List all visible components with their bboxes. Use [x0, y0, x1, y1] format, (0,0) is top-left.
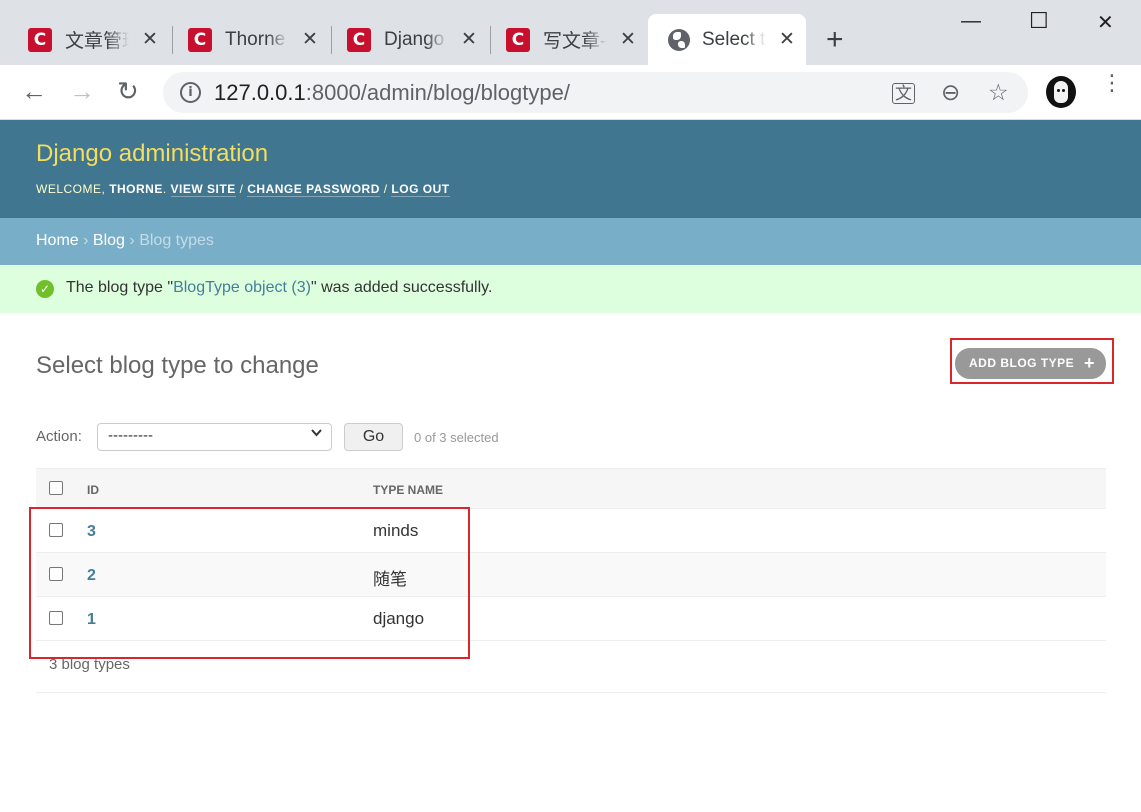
select-all-checkbox[interactable] — [49, 481, 63, 495]
table-header: ID Type name — [36, 468, 1106, 509]
tab-close-icon[interactable]: ✕ — [141, 28, 159, 51]
csdn-favicon-icon: C — [347, 27, 371, 52]
message-suffix: " was added successfully. — [310, 279, 493, 296]
tab-close-icon[interactable]: ✕ — [778, 28, 796, 51]
tab-title: 文章管理 — [65, 26, 129, 53]
admin-header: Django administration Welcome, Thorne. V… — [0, 120, 1141, 218]
url-host: 127.0.0.1 — [214, 80, 306, 105]
user-tools: Welcome, Thorne. View site / Change pass… — [36, 182, 450, 197]
action-selected-option: --------- — [108, 427, 153, 444]
globe-icon — [668, 28, 690, 51]
tab-close-icon[interactable]: ✕ — [301, 28, 319, 51]
tab-title: Thorne — [225, 28, 289, 51]
bookmark-star-icon[interactable]: ☆ — [988, 79, 1009, 106]
selection-counter: 0 of 3 selected — [414, 430, 499, 445]
browser-tab[interactable]: C Thorne ✕ — [160, 14, 332, 65]
message-object-link[interactable]: BlogType object (3) — [173, 279, 311, 296]
reload-icon[interactable]: ↻ — [117, 77, 139, 105]
url-text[interactable]: 127.0.0.1:8000/admin/blog/blogtype/ — [214, 80, 570, 106]
annotation-highlight-box — [29, 507, 470, 659]
browser-toolbar: ← → ↻ i 127.0.0.1:8000/admin/blog/blogty… — [0, 65, 1141, 120]
browser-tab[interactable]: C 写文章- ✕ — [478, 14, 648, 65]
log-out-link[interactable]: Log out — [391, 182, 450, 197]
success-check-icon: ✓ — [36, 280, 54, 298]
welcome-text: Welcome, — [36, 182, 106, 196]
browser-tab[interactable]: C 文章管理 ✕ — [0, 14, 172, 65]
csdn-favicon-icon: C — [188, 27, 212, 52]
browser-menu-icon[interactable]: ⋮ — [1101, 72, 1123, 94]
action-select[interactable]: --------- — [97, 423, 332, 451]
column-header-id[interactable]: ID — [87, 483, 99, 497]
avatar-face — [1054, 81, 1068, 103]
zoom-icon[interactable]: ⊖ — [941, 79, 960, 106]
result-count: 3 blog types — [36, 642, 1106, 693]
browser-tab-active[interactable]: Select t ✕ — [648, 14, 806, 65]
forward-icon[interactable]: → — [69, 77, 95, 105]
browser-tab[interactable]: C Django ✕ — [319, 14, 491, 65]
breadcrumb-separator: › — [129, 232, 135, 249]
chevron-down-icon — [310, 426, 323, 443]
page-title: Select blog type to change — [36, 352, 319, 379]
go-button[interactable]: Go — [344, 423, 403, 451]
separator: / — [383, 182, 388, 196]
change-password-link[interactable]: Change password — [247, 182, 380, 197]
site-name[interactable]: Django administration — [36, 140, 268, 168]
translate-icon[interactable]: 文 — [892, 83, 915, 104]
tab-title: 写文章- — [543, 26, 607, 53]
csdn-favicon-icon: C — [28, 27, 52, 52]
breadcrumb-blog[interactable]: Blog — [93, 232, 125, 249]
address-bar[interactable]: i 127.0.0.1:8000/admin/blog/blogtype/ 文 … — [163, 72, 1028, 113]
maximize-icon[interactable]: ☐ — [1029, 8, 1049, 34]
annotation-highlight-box — [950, 338, 1114, 384]
back-icon[interactable]: ← — [21, 77, 47, 105]
profile-avatar[interactable] — [1046, 76, 1076, 108]
tab-close-icon[interactable]: ✕ — [460, 28, 478, 51]
action-label: Action: — [36, 428, 82, 445]
breadcrumb-separator: › — [83, 232, 89, 249]
window-close-icon[interactable]: ✕ — [1097, 10, 1114, 35]
separator: / — [239, 182, 244, 196]
breadcrumb-current: Blog types — [139, 232, 214, 249]
breadcrumb-home[interactable]: Home — [36, 232, 79, 249]
minimize-icon[interactable]: — — [961, 10, 981, 33]
tab-title: Select t — [702, 28, 766, 51]
success-message: ✓ The blog type "BlogType object (3)" wa… — [0, 265, 1141, 313]
csdn-favicon-icon: C — [506, 27, 530, 52]
new-tab-button[interactable]: + — [826, 25, 844, 55]
column-header-type-name[interactable]: Type name — [373, 483, 443, 497]
tab-title: Django — [384, 28, 448, 51]
breadcrumb: Home › Blog › Blog types — [0, 218, 1141, 265]
url-path: :8000/admin/blog/blogtype/ — [305, 80, 570, 105]
message-prefix: The blog type " — [66, 279, 174, 296]
view-site-link[interactable]: View site — [170, 182, 236, 197]
tab-close-icon[interactable]: ✕ — [619, 28, 637, 51]
site-info-icon[interactable]: i — [180, 82, 201, 103]
username: Thorne — [109, 182, 163, 196]
browser-tab-bar: C 文章管理 ✕ C Thorne ✕ C Django ✕ C 写文章- ✕ … — [0, 0, 1141, 65]
